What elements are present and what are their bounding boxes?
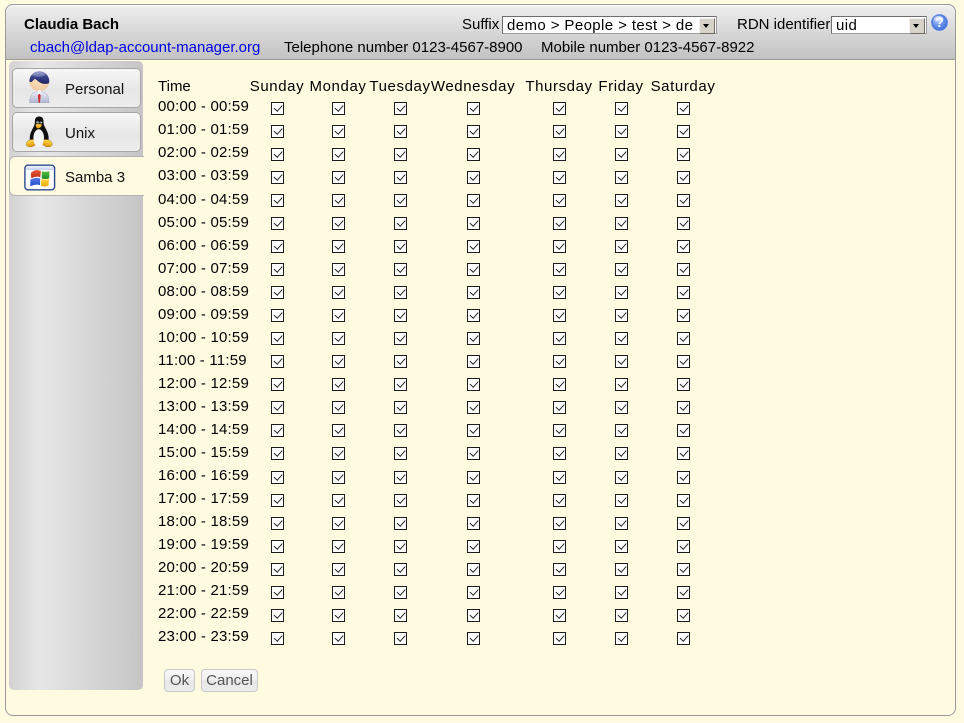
svg-text:?: ?: [935, 15, 943, 30]
